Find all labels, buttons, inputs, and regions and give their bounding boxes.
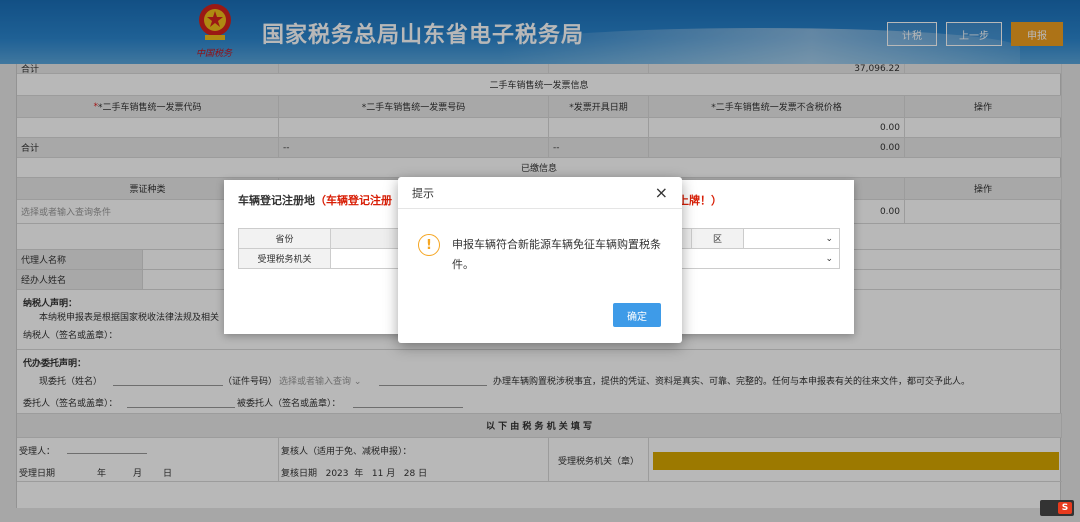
sogou-ime-icon: S	[1058, 502, 1072, 514]
tax-office-label: 受理税务机关	[238, 248, 331, 269]
district-select[interactable]: ⌄	[743, 228, 840, 249]
alert-title: 提示	[412, 186, 434, 200]
registration-dialog-title: 车辆登记注册地（车辆登记注册	[238, 194, 392, 207]
ime-tray[interactable]: S	[1040, 500, 1074, 516]
alert-header: 提示 ×	[398, 177, 682, 209]
alert-dialog: 提示 × ! 申报车辆符合新能源车辆免征车辆购置税条件。 确定	[398, 177, 682, 343]
chevron-down-icon: ⌄	[825, 253, 833, 264]
chevron-down-icon: ⌄	[825, 233, 833, 244]
province-label: 省份	[238, 228, 331, 249]
confirm-button[interactable]: 确定	[613, 303, 661, 327]
registration-warning: 上牌！）	[678, 194, 722, 207]
alert-message: 申报车辆符合新能源车辆免征车辆购置税条件。	[452, 238, 661, 271]
district-label: 区	[691, 228, 744, 249]
close-icon[interactable]: ×	[655, 183, 668, 202]
warning-icon: !	[418, 234, 440, 256]
